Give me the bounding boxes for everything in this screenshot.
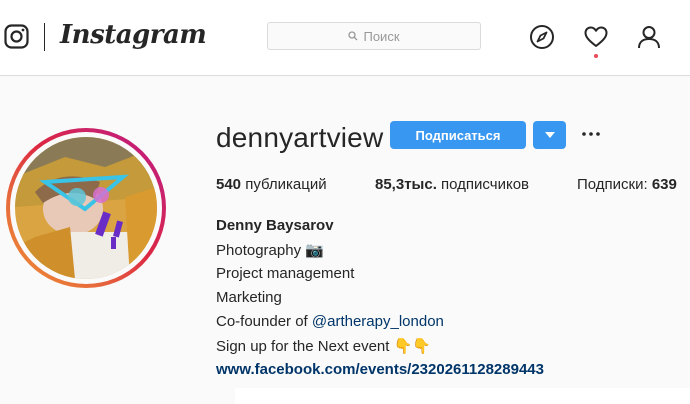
search-placeholder: Поиск xyxy=(363,28,400,44)
bio-full-name: Denny Baysarov xyxy=(216,217,334,234)
top-navigation-bar: Instagram Поиск xyxy=(0,0,690,76)
search-input[interactable]: Поиск xyxy=(267,22,481,50)
instagram-glyph-icon[interactable] xyxy=(4,24,29,49)
instagram-wordmark[interactable]: Instagram xyxy=(60,20,207,50)
more-options-icon[interactable] xyxy=(580,123,602,145)
posts-count: 540 xyxy=(216,176,242,193)
logo-divider xyxy=(44,23,45,51)
search-icon xyxy=(348,31,358,41)
caret-down-icon xyxy=(544,132,555,138)
avatar-photo xyxy=(15,137,157,279)
bio-website-link[interactable]: www.facebook.com/events/2320261128289443 xyxy=(216,361,544,378)
followers-stat[interactable]: 85,3тыс. подписчиков xyxy=(375,176,529,193)
profile-username: dennyartview xyxy=(216,122,384,153)
bio-line-marketing: Marketing xyxy=(216,289,282,306)
avatar-ring-gap xyxy=(10,132,162,284)
content-area-edge xyxy=(235,388,690,404)
bio-line-project-management: Project management xyxy=(216,265,355,282)
avatar-story-ring[interactable] xyxy=(6,128,166,288)
avatar[interactable] xyxy=(15,137,157,279)
following-label: Подписки: xyxy=(577,176,648,193)
bio-cofounder-prefix: Co-founder of xyxy=(216,313,312,330)
following-count: 639 xyxy=(651,176,677,193)
posts-label: публикаций xyxy=(245,176,327,193)
followers-label: подписчиков xyxy=(441,176,530,193)
follow-button[interactable]: Подписаться xyxy=(390,121,526,149)
compass-icon[interactable] xyxy=(529,24,555,50)
bio-line-cofounder: Co-founder of @artherapy_london xyxy=(216,313,444,330)
heart-icon[interactable] xyxy=(583,24,609,50)
bio-line-photography: Photography 📷 xyxy=(216,242,324,259)
posts-stat: 540 публикаций xyxy=(216,176,327,193)
followers-count: 85,3тыс. xyxy=(375,176,437,193)
notification-dot xyxy=(594,54,598,58)
suggestions-dropdown-button[interactable] xyxy=(533,121,566,149)
profile-icon[interactable] xyxy=(636,24,662,50)
bio-line-signup: Sign up for the Next event 👇👇 xyxy=(216,338,431,355)
following-stat[interactable]: Подписки: 639 xyxy=(577,176,677,193)
bio-mention-link[interactable]: @artherapy_london xyxy=(312,313,444,330)
